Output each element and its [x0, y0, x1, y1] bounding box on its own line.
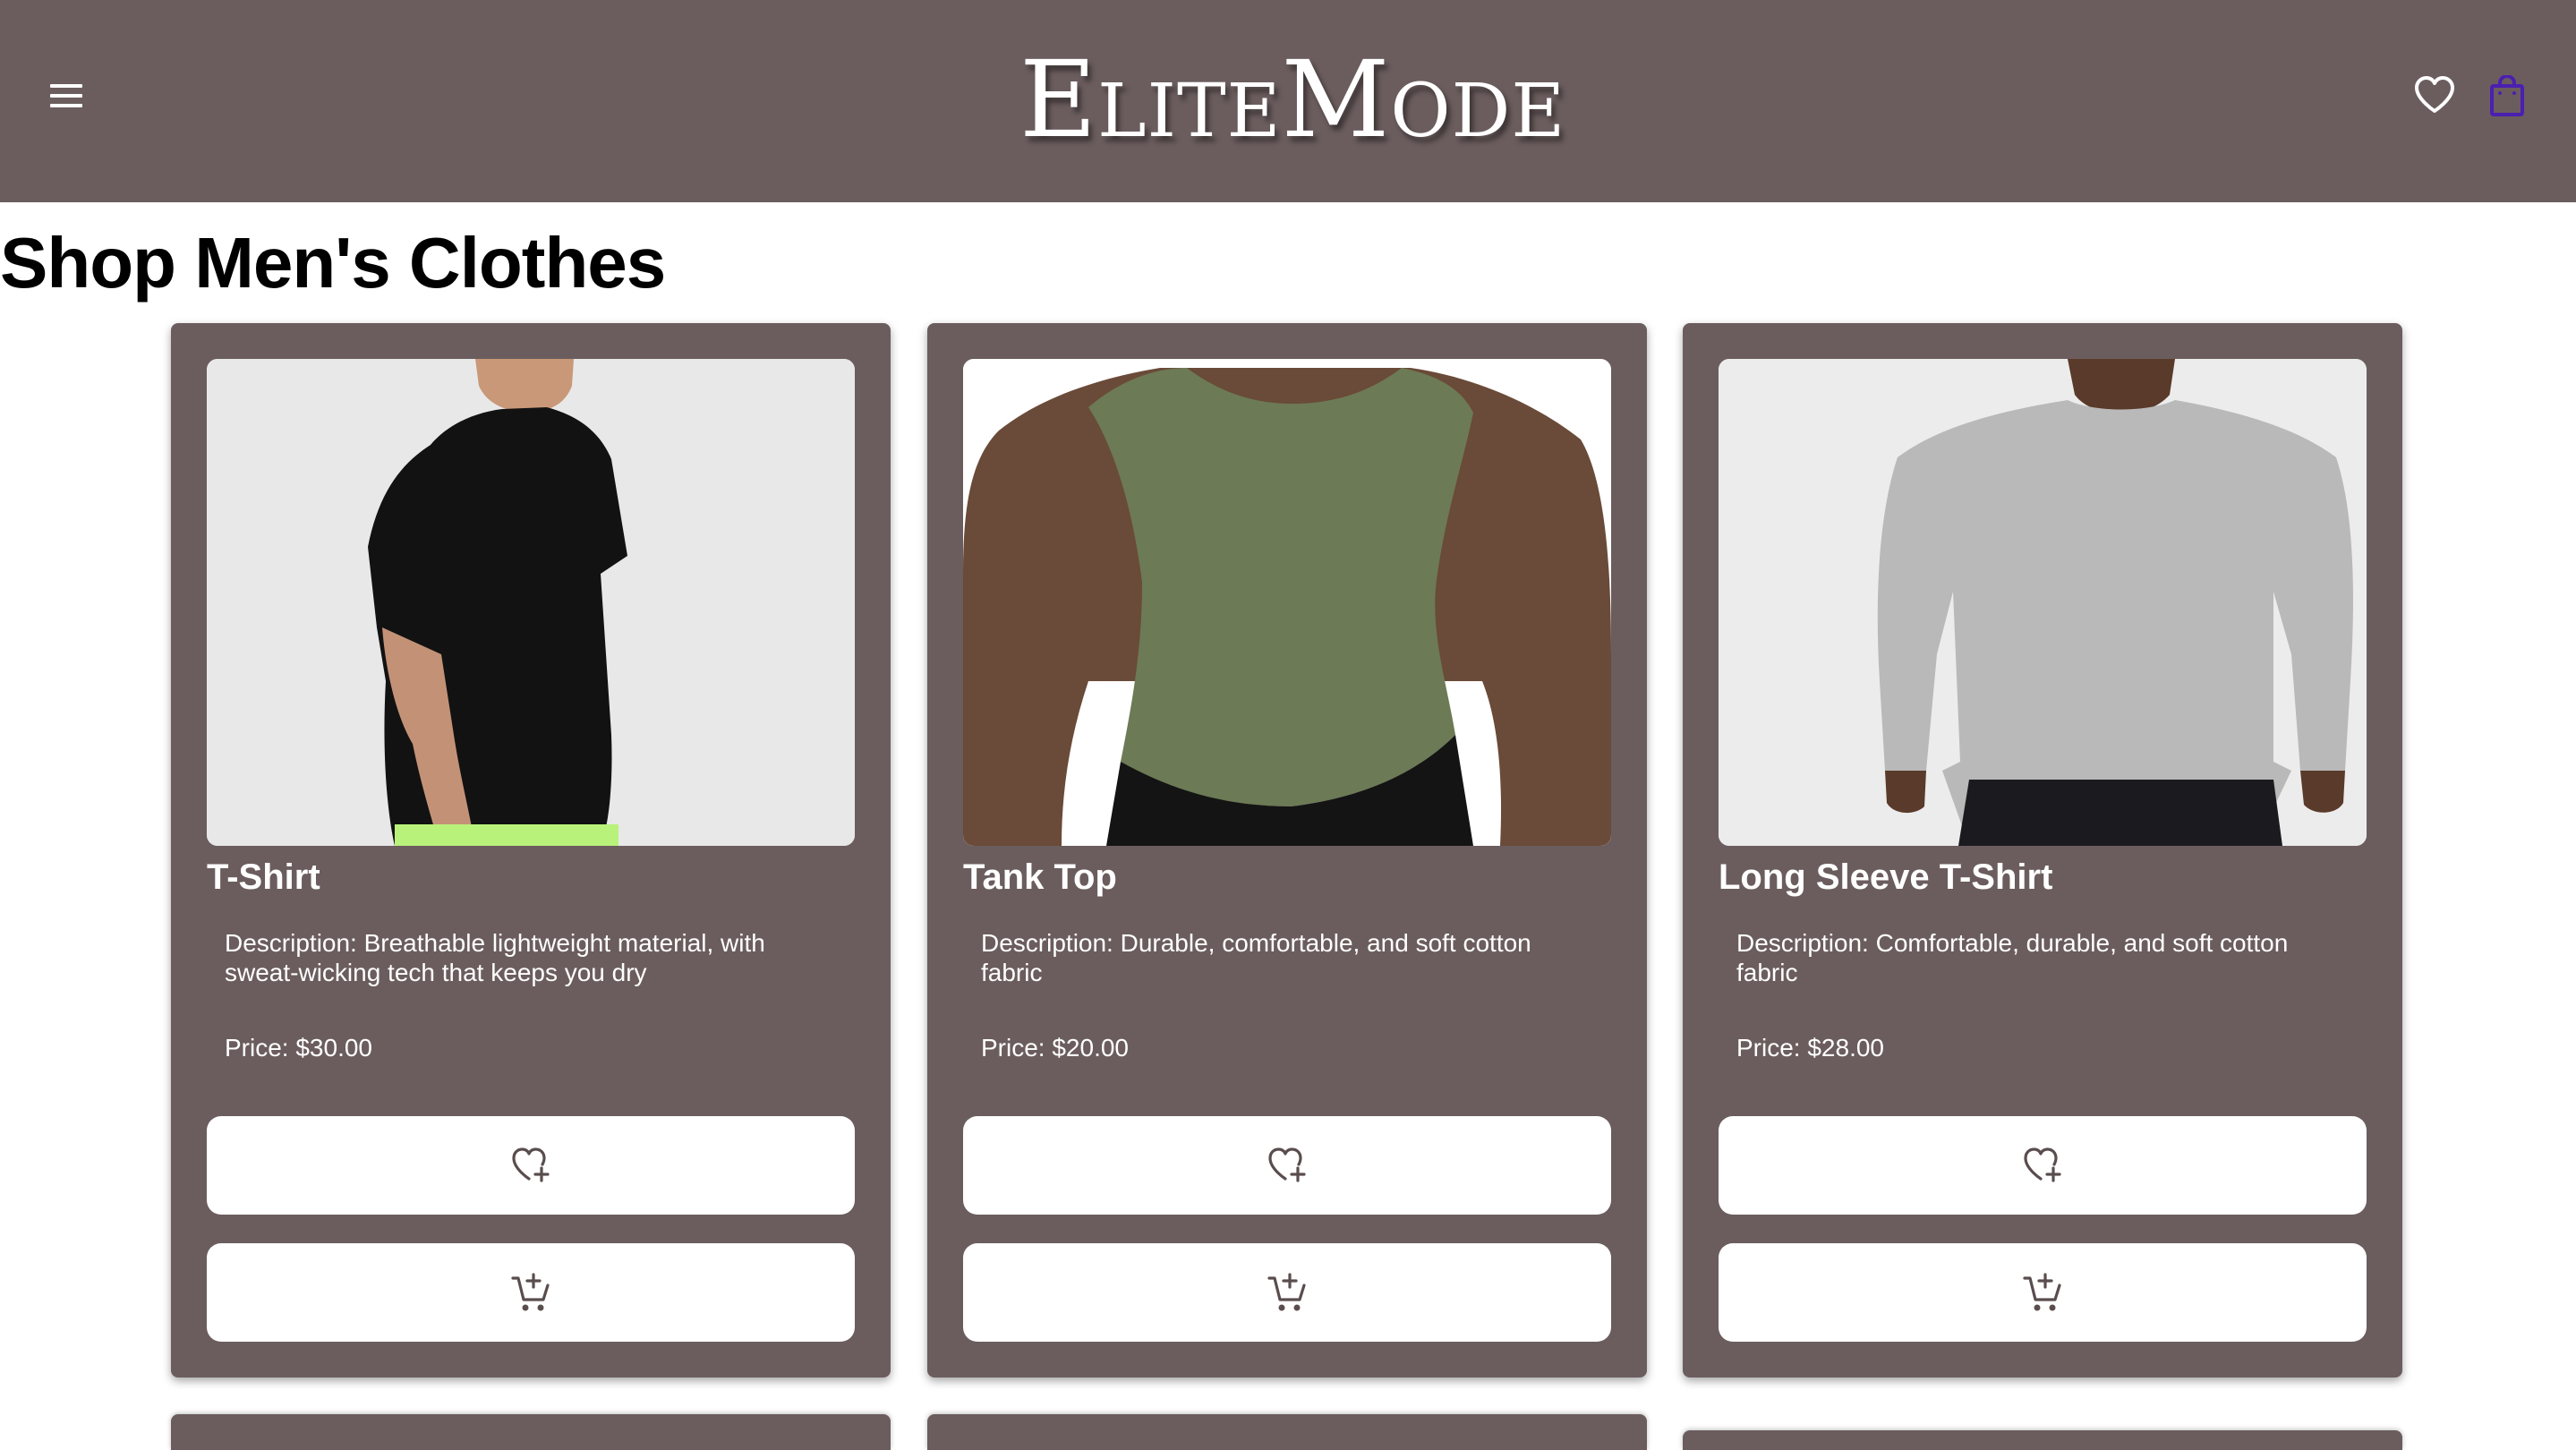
brand-letters: LITE — [1097, 69, 1282, 154]
add-to-cart-button[interactable] — [1719, 1243, 2367, 1342]
product-image — [207, 359, 855, 846]
add-to-wishlist-button[interactable] — [207, 1116, 855, 1215]
product-name: Tank Top — [963, 857, 1117, 897]
product-description: Description: Breathable lightweight mate… — [225, 929, 765, 986]
product-price: Price: $20.00 — [981, 1034, 1129, 1062]
product-name: Long Sleeve T-Shirt — [1719, 857, 2053, 897]
heart-icon[interactable] — [2413, 75, 2456, 115]
site-header: ELITEMODE — [0, 0, 2576, 202]
shopping-bag-icon[interactable] — [2488, 74, 2526, 116]
product-description: Description: Comfortable, durable, and s… — [1736, 929, 2289, 986]
brand-letter: M — [1281, 38, 1391, 161]
heart-plus-icon — [1268, 1147, 1306, 1182]
brand-letters: ODE — [1390, 69, 1566, 154]
brand-letter: E — [1019, 38, 1098, 161]
page-title: Shop Men's Clothes — [0, 223, 666, 303]
add-to-cart-icon — [2023, 1273, 2061, 1311]
product-image — [1719, 359, 2367, 846]
heart-plus-icon — [512, 1147, 550, 1182]
product-price: Price: $28.00 — [1736, 1034, 1884, 1062]
product-description: Description: Durable, comfortable, and s… — [981, 929, 1531, 986]
product-price: Price: $30.00 — [225, 1034, 372, 1062]
product-card — [927, 1414, 1647, 1450]
add-to-cart-button[interactable] — [963, 1243, 1611, 1342]
add-to-wishlist-button[interactable] — [1719, 1116, 2367, 1215]
add-to-cart-icon — [1267, 1273, 1306, 1311]
product-card: T-Shirt Description: Breathable lightwei… — [171, 323, 891, 1378]
brand-logo[interactable]: ELITEMODE — [1019, 47, 1565, 165]
product-image — [963, 359, 1611, 846]
product-card — [1683, 1430, 2402, 1450]
add-to-wishlist-button[interactable] — [963, 1116, 1611, 1215]
hamburger-menu-icon[interactable] — [47, 79, 88, 115]
product-card — [171, 1414, 891, 1450]
product-card: Long Sleeve T-Shirt Description: Comfort… — [1683, 323, 2402, 1378]
heart-plus-icon — [2024, 1147, 2061, 1182]
product-name: T-Shirt — [207, 857, 320, 897]
product-card: Tank Top Description: Durable, comfortab… — [927, 323, 1647, 1378]
add-to-cart-button[interactable] — [207, 1243, 855, 1342]
add-to-cart-icon — [511, 1273, 550, 1311]
